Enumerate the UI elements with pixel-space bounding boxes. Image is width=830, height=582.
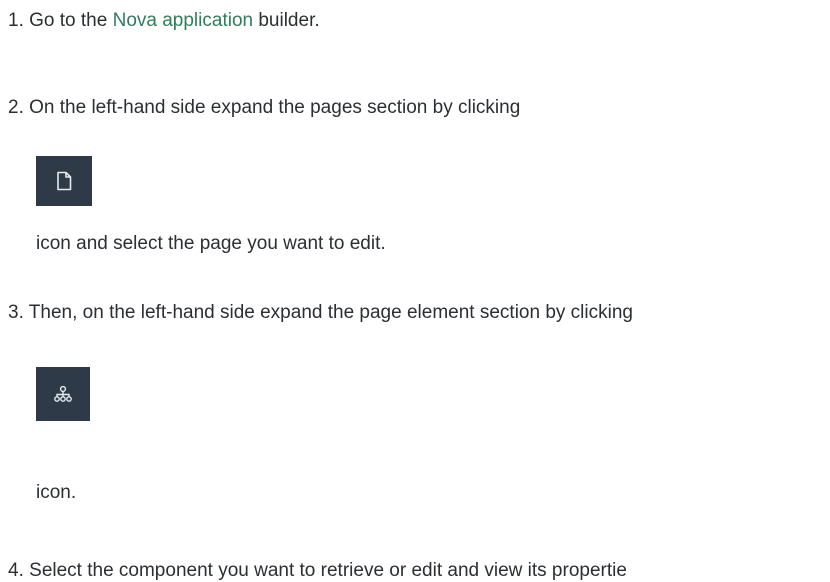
step-3-continuation: icon.	[36, 482, 77, 503]
step-text: On the left-hand side expand the pages s…	[29, 97, 521, 118]
step-text: Then, on the left-hand side expand the p…	[28, 302, 633, 323]
step-3: 3. Then, on the left-hand side expand th…	[8, 301, 633, 325]
sitemap-icon	[54, 385, 72, 402]
page-icon	[57, 171, 72, 191]
step-1: 1. Go to the Nova application builder.	[8, 9, 320, 33]
step-text: builder.	[253, 10, 320, 31]
step-number: 3.	[8, 302, 24, 323]
page-icon-button	[36, 156, 92, 206]
nova-application-link[interactable]: Nova application	[113, 10, 253, 31]
step-2: 2. On the left-hand side expand the page…	[8, 96, 520, 120]
page-element-icon-button	[36, 367, 90, 421]
step-text: Select the component you want to retriev…	[29, 560, 627, 581]
step-number: 2.	[8, 97, 24, 118]
step-2-continuation: icon and select the page you want to edi…	[36, 233, 386, 254]
step-number: 4.	[8, 560, 24, 581]
step-number: 1.	[8, 10, 24, 31]
step-4: 4. Select the component you want to retr…	[8, 559, 627, 582]
step-text: Go to the	[29, 10, 113, 31]
